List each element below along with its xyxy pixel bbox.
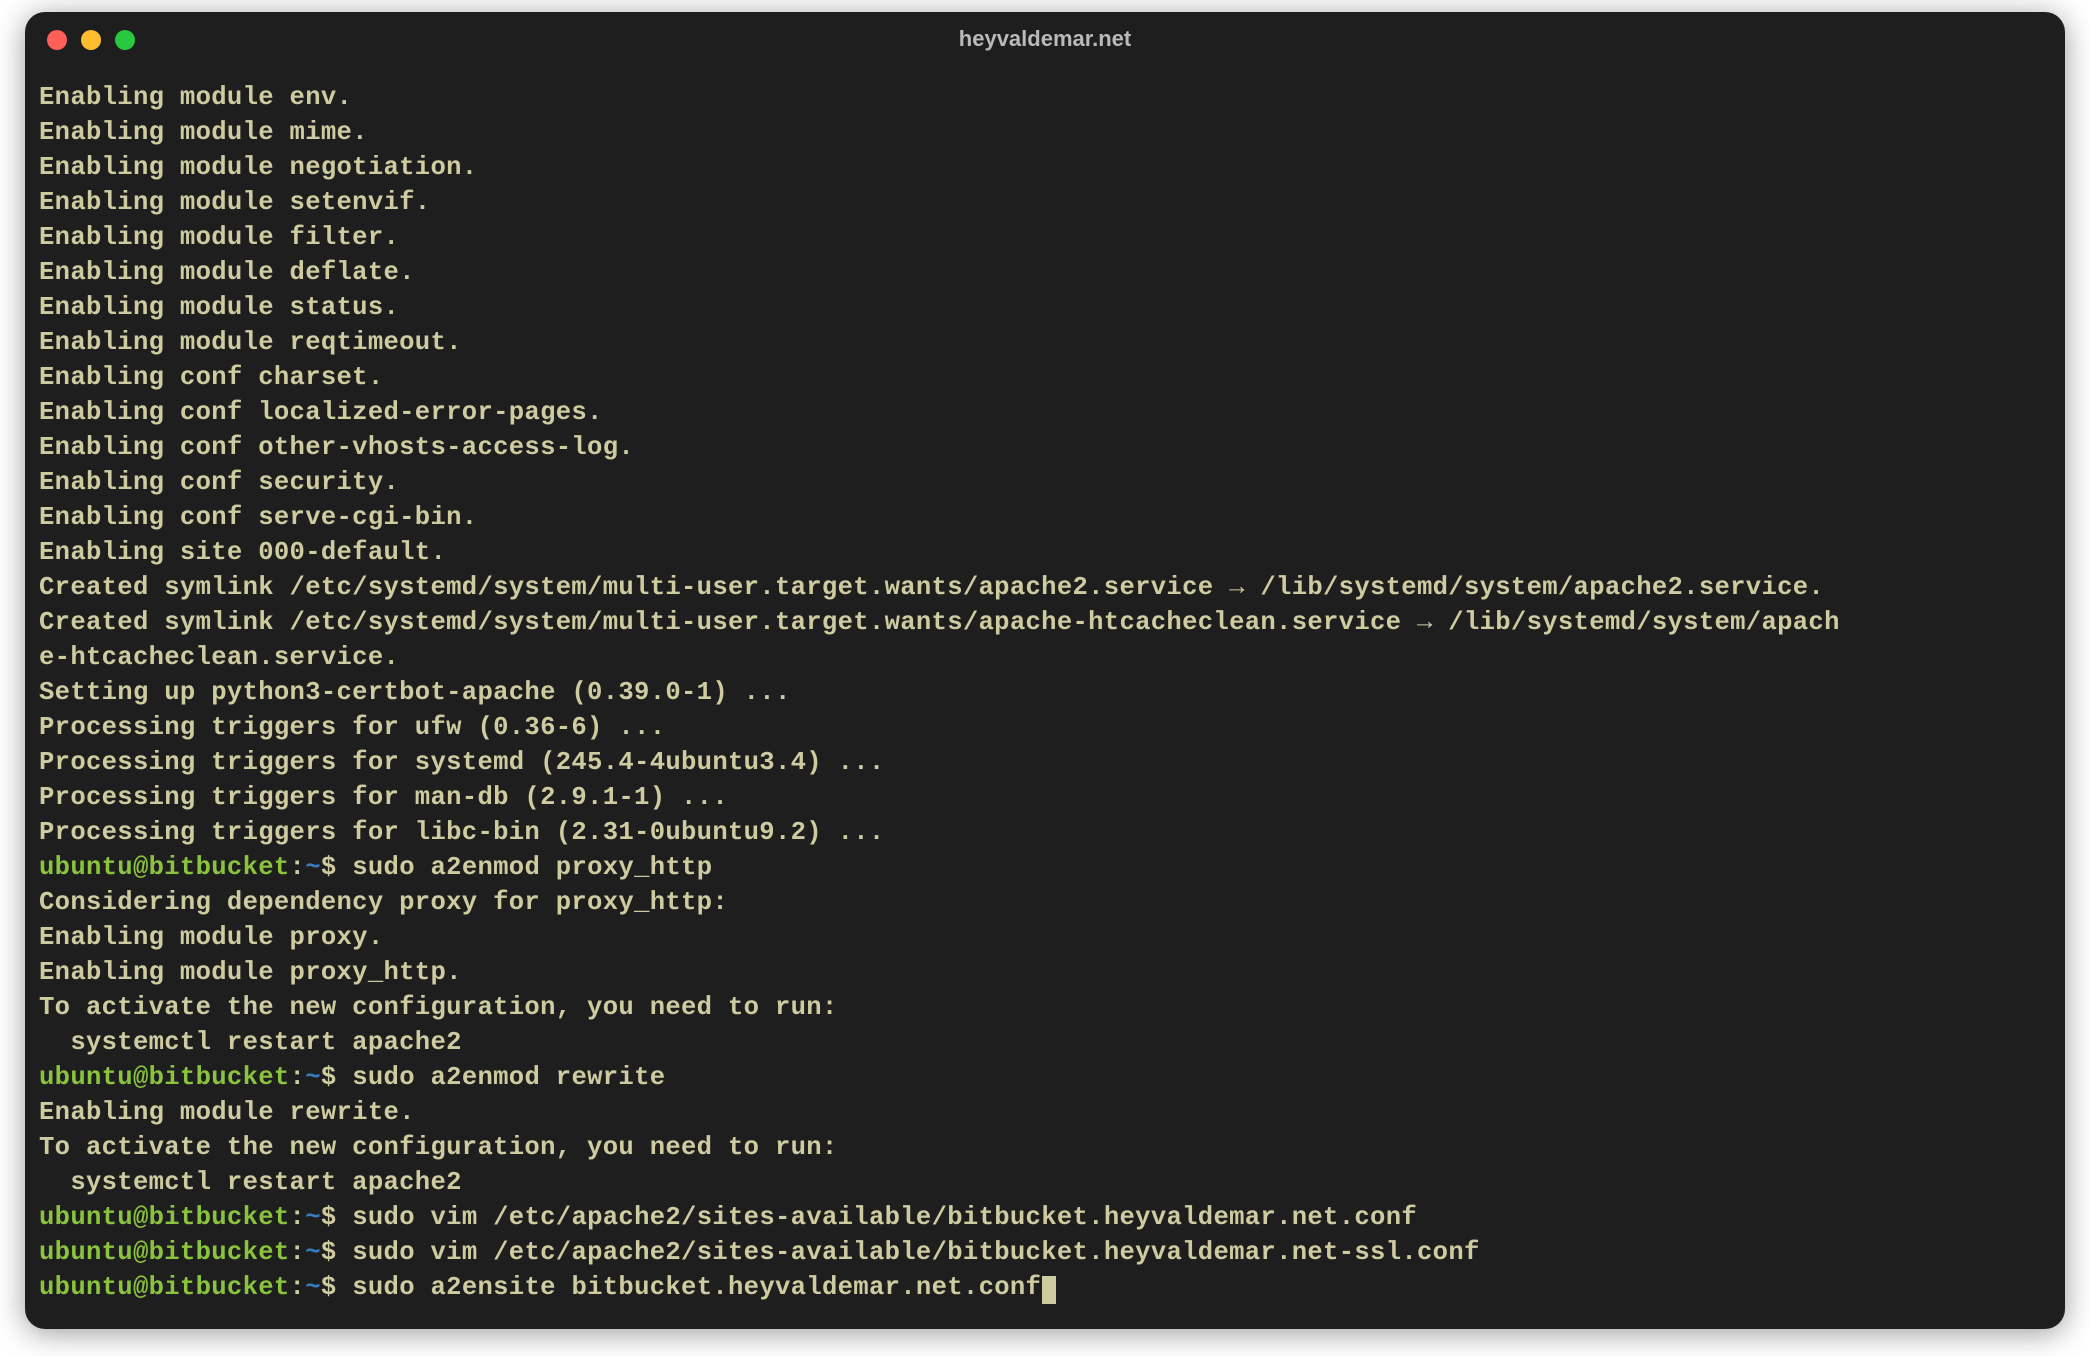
prompt-separator: : (290, 1063, 306, 1092)
prompt-symbol: $ (321, 853, 352, 882)
terminal-output-line: Created symlink /etc/systemd/system/mult… (39, 570, 2051, 605)
terminal-output-line: systemctl restart apache2 (39, 1025, 2051, 1060)
terminal-output-line: Processing triggers for man-db (2.9.1-1)… (39, 780, 2051, 815)
terminal-output-line: Considering dependency proxy for proxy_h… (39, 885, 2051, 920)
prompt-path: ~ (305, 1273, 321, 1302)
terminal-output-line: Enabling module negotiation. (39, 150, 2051, 185)
prompt-command: sudo vim /etc/apache2/sites-available/bi… (352, 1238, 1479, 1267)
prompt-symbol: $ (321, 1203, 352, 1232)
prompt-separator: : (290, 1273, 306, 1302)
terminal-output-line: e-htcacheclean.service. (39, 640, 2051, 675)
terminal-output-line: Enabling module mime. (39, 115, 2051, 150)
terminal-output-line: Processing triggers for systemd (245.4-4… (39, 745, 2051, 780)
prompt-symbol: $ (321, 1238, 352, 1267)
terminal-output-line: To activate the new configuration, you n… (39, 1130, 2051, 1165)
terminal-output-line: Enabling module deflate. (39, 255, 2051, 290)
terminal-output-line: Processing triggers for ufw (0.36-6) ... (39, 710, 2051, 745)
terminal-output-line: Enabling module reqtimeout. (39, 325, 2051, 360)
terminal-output-line: Enabling conf other-vhosts-access-log. (39, 430, 2051, 465)
prompt-command: sudo a2ensite bitbucket.heyvaldemar.net.… (352, 1273, 1041, 1302)
titlebar: heyvaldemar.net (25, 12, 2065, 64)
terminal-output-line: Created symlink /etc/systemd/system/mult… (39, 605, 2051, 640)
terminal-output-line: To activate the new configuration, you n… (39, 990, 2051, 1025)
prompt-separator: : (290, 853, 306, 882)
prompt-path: ~ (305, 1238, 321, 1267)
prompt-symbol: $ (321, 1063, 352, 1092)
prompt-path: ~ (305, 853, 321, 882)
prompt-user-host: ubuntu@bitbucket (39, 1203, 290, 1232)
terminal-prompt-line: ubuntu@bitbucket:~$ sudo a2ensite bitbuc… (39, 1270, 2051, 1305)
prompt-symbol: $ (321, 1273, 352, 1302)
terminal-output-line: Enabling module rewrite. (39, 1095, 2051, 1130)
prompt-command: sudo a2enmod rewrite (352, 1063, 665, 1092)
terminal-output-line: Setting up python3-certbot-apache (0.39.… (39, 675, 2051, 710)
prompt-user-host: ubuntu@bitbucket (39, 1273, 290, 1302)
terminal-prompt-line: ubuntu@bitbucket:~$ sudo vim /etc/apache… (39, 1235, 2051, 1270)
terminal-output-line: Enabling conf localized-error-pages. (39, 395, 2051, 430)
terminal-output-line: Enabling module env. (39, 80, 2051, 115)
prompt-path: ~ (305, 1063, 321, 1092)
terminal-output-line: Enabling site 000-default. (39, 535, 2051, 570)
prompt-separator: : (290, 1203, 306, 1232)
window-title: heyvaldemar.net (25, 26, 2065, 52)
terminal-output-line: Enabling module filter. (39, 220, 2051, 255)
prompt-user-host: ubuntu@bitbucket (39, 1063, 290, 1092)
terminal-output-line: Enabling conf security. (39, 465, 2051, 500)
terminal-output-line: Enabling module proxy. (39, 920, 2051, 955)
terminal-body[interactable]: Enabling module env.Enabling module mime… (25, 64, 2065, 1319)
cursor-icon (1042, 1276, 1056, 1304)
prompt-command: sudo a2enmod proxy_http (352, 853, 712, 882)
prompt-user-host: ubuntu@bitbucket (39, 853, 290, 882)
prompt-user-host: ubuntu@bitbucket (39, 1238, 290, 1267)
terminal-output-line: Processing triggers for libc-bin (2.31-0… (39, 815, 2051, 850)
terminal-prompt-line: ubuntu@bitbucket:~$ sudo vim /etc/apache… (39, 1200, 2051, 1235)
prompt-separator: : (290, 1238, 306, 1267)
prompt-command: sudo vim /etc/apache2/sites-available/bi… (352, 1203, 1417, 1232)
terminal-output-line: systemctl restart apache2 (39, 1165, 2051, 1200)
terminal-output-line: Enabling conf serve-cgi-bin. (39, 500, 2051, 535)
terminal-output-line: Enabling conf charset. (39, 360, 2051, 395)
prompt-path: ~ (305, 1203, 321, 1232)
terminal-output-line: Enabling module status. (39, 290, 2051, 325)
terminal-prompt-line: ubuntu@bitbucket:~$ sudo a2enmod rewrite (39, 1060, 2051, 1095)
terminal-window: heyvaldemar.net Enabling module env.Enab… (25, 12, 2065, 1329)
terminal-output-line: Enabling module setenvif. (39, 185, 2051, 220)
terminal-prompt-line: ubuntu@bitbucket:~$ sudo a2enmod proxy_h… (39, 850, 2051, 885)
terminal-output-line: Enabling module proxy_http. (39, 955, 2051, 990)
